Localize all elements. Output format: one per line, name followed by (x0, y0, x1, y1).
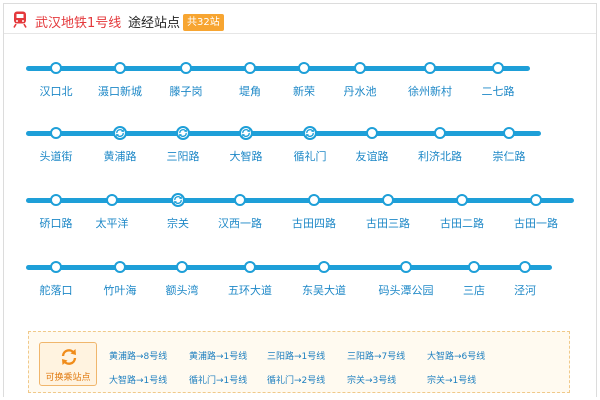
station-dot[interactable] (50, 62, 62, 74)
transfer-icon (179, 129, 187, 137)
station-dot[interactable] (114, 261, 126, 273)
transfer-logo: 可换乘站点 (39, 342, 97, 386)
station-4[interactable]: 堤角 (239, 62, 261, 98)
station-26[interactable]: 竹叶海 (104, 261, 137, 297)
station-20[interactable]: 汉西一路 (218, 194, 262, 230)
station-27[interactable]: 额头湾 (166, 261, 199, 297)
station-16[interactable]: 崇仁路 (493, 127, 526, 163)
station-dot[interactable] (50, 194, 62, 206)
transfer-item[interactable]: 三阳路→1号线 (267, 349, 325, 362)
transfer-icon (174, 196, 182, 204)
station-dot[interactable] (400, 261, 412, 273)
transfer-icon (306, 129, 314, 137)
station-dot[interactable] (106, 194, 118, 206)
station-18[interactable]: 太平洋 (96, 194, 129, 230)
station-9[interactable]: 头道街 (40, 127, 73, 163)
transfer-station-dot[interactable] (113, 126, 127, 140)
transfer-item[interactable]: 黄浦路→8号线 (109, 349, 167, 362)
transfer-station-dot[interactable] (239, 126, 253, 140)
station-dot[interactable] (382, 194, 394, 206)
transfer-item[interactable]: 大智路→6号线 (427, 349, 485, 362)
station-23[interactable]: 古田二路 (440, 194, 484, 230)
station-dot[interactable] (354, 62, 366, 74)
page-subtitle: 途经站点 (128, 16, 181, 31)
station-10[interactable]: 黄浦路 (104, 126, 137, 163)
station-11[interactable]: 三阳路 (167, 126, 200, 163)
station-dot[interactable] (298, 62, 310, 74)
station-dot[interactable] (434, 127, 446, 139)
station-dot[interactable] (424, 62, 436, 74)
station-dot[interactable] (492, 62, 504, 74)
station-dot[interactable] (519, 261, 531, 273)
transfer-station-dot[interactable] (171, 193, 185, 207)
transfer-item[interactable]: 大智路→1号线 (109, 373, 167, 386)
station-dot[interactable] (180, 62, 192, 74)
metro-train-icon (13, 11, 27, 28)
station-dot[interactable] (503, 127, 515, 139)
station-8[interactable]: 二七路 (482, 62, 515, 98)
station-7[interactable]: 徐州新村 (408, 62, 452, 98)
station-2[interactable]: 滠口新城 (98, 62, 142, 98)
station-17[interactable]: 硚口路 (40, 194, 73, 230)
station-12[interactable]: 大智路 (230, 126, 263, 163)
station-dot[interactable] (234, 194, 246, 206)
station-3[interactable]: 滕子岗 (170, 62, 203, 98)
station-29[interactable]: 东吴大道 (302, 261, 346, 297)
station-count-badge: 共32站 (183, 14, 224, 31)
transfer-item[interactable]: 循礼门→2号线 (267, 373, 325, 386)
header: 武汉地铁1号线 途经站点 共32站 (4, 4, 596, 34)
station-5[interactable]: 新荣 (293, 62, 315, 98)
station-dot[interactable] (244, 62, 256, 74)
station-dot[interactable] (456, 194, 468, 206)
station-25[interactable]: 舵落口 (40, 261, 73, 297)
station-dot[interactable] (308, 194, 320, 206)
page-title: 武汉地铁1号线 (35, 16, 122, 31)
station-21[interactable]: 古田四路 (292, 194, 336, 230)
station-dot[interactable] (318, 261, 330, 273)
transfer-label: 可换乘站点 (45, 373, 91, 383)
station-1[interactable]: 汉口北 (40, 62, 73, 98)
station-dot[interactable] (244, 261, 256, 273)
station-dot[interactable] (366, 127, 378, 139)
station-dot[interactable] (530, 194, 542, 206)
station-28[interactable]: 五环大道 (228, 261, 272, 297)
transfer-icon (61, 349, 77, 365)
station-30[interactable]: 码头潭公园 (379, 261, 434, 297)
station-dot[interactable] (50, 261, 62, 273)
station-name[interactable]: 古田一路 (486, 215, 586, 231)
station-13[interactable]: 循礼门 (294, 126, 327, 163)
station-22[interactable]: 古田三路 (366, 194, 410, 230)
station-31[interactable]: 三店 (463, 261, 485, 297)
transfer-item[interactable]: 宗关→3号线 (347, 373, 396, 386)
station-name[interactable]: 崇仁路 (459, 148, 559, 164)
station-dot[interactable] (114, 62, 126, 74)
station-dot[interactable] (176, 261, 188, 273)
station-6[interactable]: 丹水池 (344, 62, 377, 98)
transfer-icon (116, 129, 124, 137)
transfer-station-dot[interactable] (176, 126, 190, 140)
station-14[interactable]: 友谊路 (356, 127, 389, 163)
transfer-item[interactable]: 黄浦路→1号线 (189, 349, 247, 362)
transfer-item[interactable]: 三阳路→7号线 (347, 349, 405, 362)
transfer-icon (242, 129, 250, 137)
station-dot[interactable] (50, 127, 62, 139)
station-name[interactable]: 泾河 (475, 282, 575, 298)
station-dot[interactable] (468, 261, 480, 273)
transfer-item[interactable]: 宗关→1号线 (427, 373, 476, 386)
transfer-station-dot[interactable] (303, 126, 317, 140)
transfer-stations-box: 可换乘站点 黄浦路→8号线 黄浦路→1号线 三阳路→1号线 三阳路→7号线 大智路→6号… (28, 331, 570, 393)
station-32[interactable]: 泾河 (514, 261, 536, 297)
station-24[interactable]: 古田一路 (514, 194, 558, 230)
station-15[interactable]: 利济北路 (418, 127, 462, 163)
metro-line-bar (26, 131, 541, 136)
station-19[interactable]: 宗关 (167, 193, 189, 230)
transfer-item[interactable]: 循礼门→1号线 (189, 373, 247, 386)
station-name[interactable]: 二七路 (448, 83, 548, 99)
metro-line-bar (26, 66, 530, 71)
